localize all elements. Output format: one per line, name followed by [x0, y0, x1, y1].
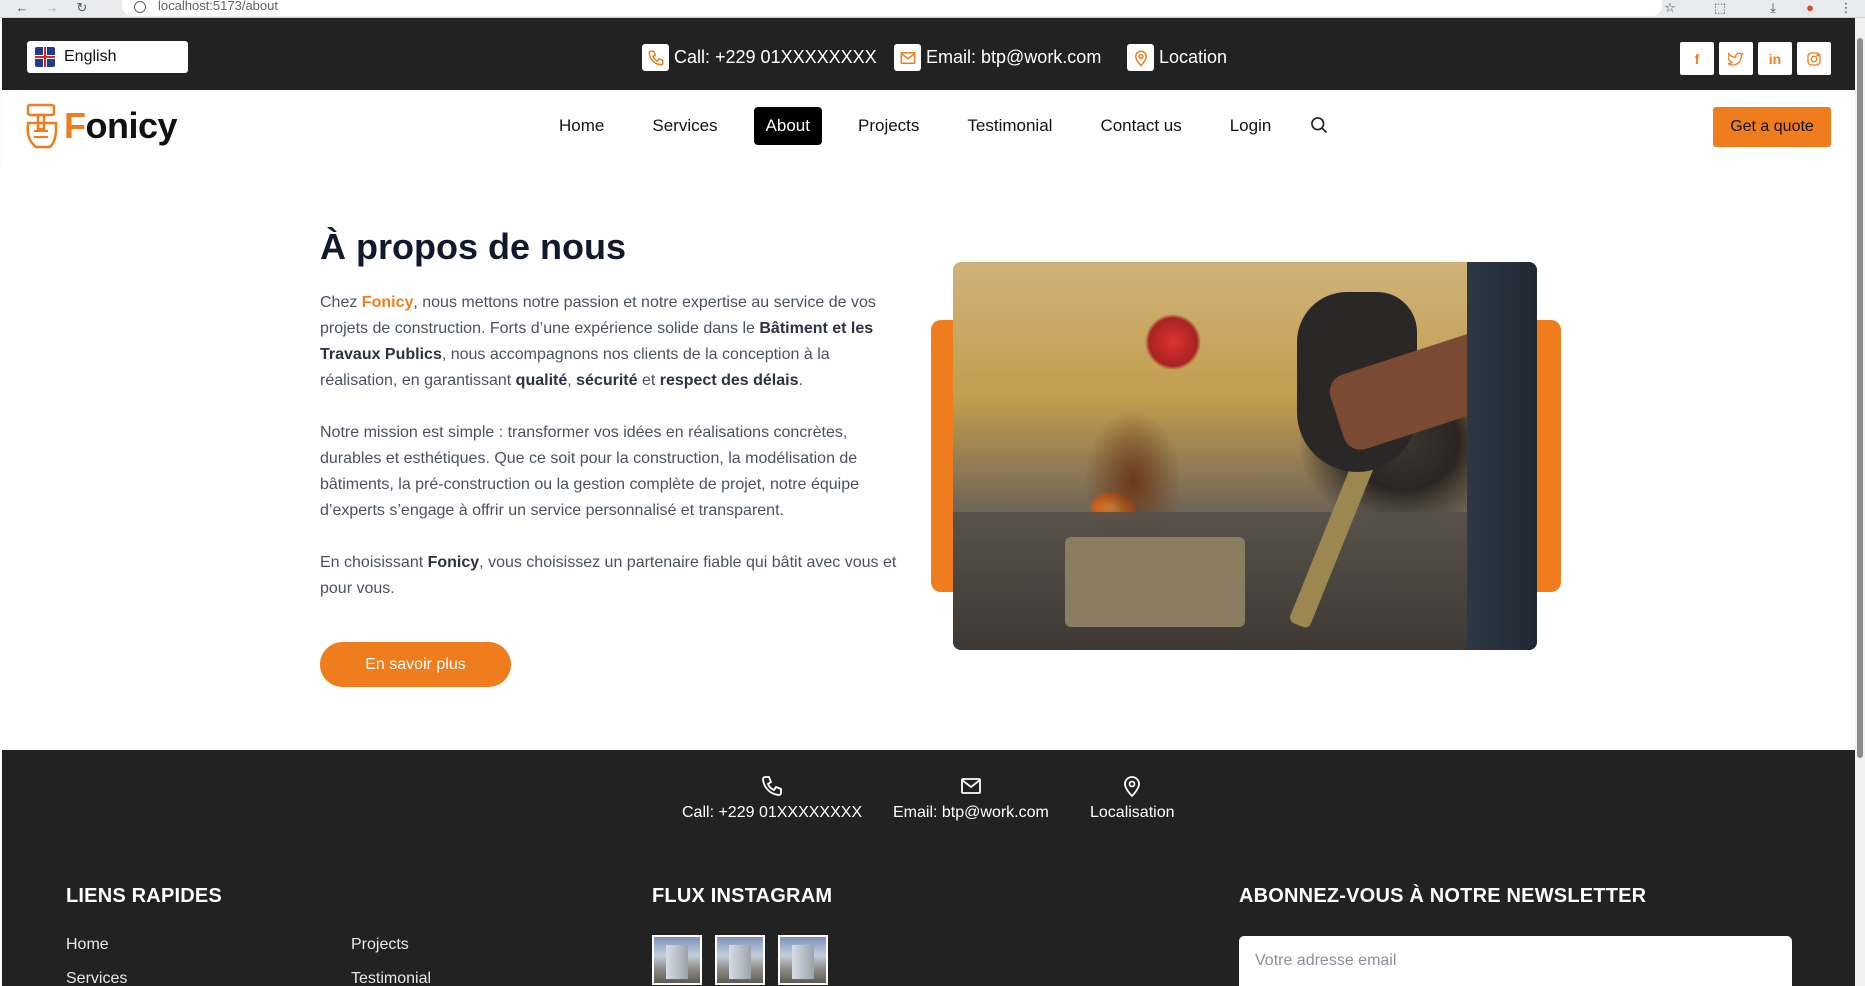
- address-bar[interactable]: localhost:5173/about: [122, 0, 1662, 16]
- top-location-text: Location: [1159, 47, 1228, 67]
- menu-dots-icon[interactable]: ⋮: [1838, 1, 1854, 15]
- extensions-icon[interactable]: ⬚: [1712, 1, 1728, 15]
- back-icon[interactable]: ←: [14, 1, 30, 15]
- about-image-block: [931, 262, 1561, 652]
- nav-item-contact[interactable]: Contact us: [1088, 107, 1193, 145]
- quick-links-heading: LIENS RAPIDES: [66, 885, 222, 907]
- top-location[interactable]: Location: [1127, 44, 1227, 71]
- language-selector[interactable]: English: [27, 41, 188, 73]
- mail-icon: [894, 44, 921, 71]
- forward-icon[interactable]: →: [44, 1, 60, 15]
- learn-more-button[interactable]: En savoir plus: [320, 642, 511, 687]
- search-icon[interactable]: [1309, 115, 1329, 140]
- location-pin-icon: [1124, 776, 1141, 798]
- phone-icon: [762, 776, 782, 796]
- about-section: À propos de nous Chez Fonicy, nous metto…: [2, 162, 1855, 750]
- site-footer: Call: +229 01XXXXXXXX Email: btp@work.co…: [2, 750, 1855, 986]
- footer-location-text: Localisation: [1090, 804, 1175, 821]
- instagram-heading: FLUX INSTAGRAM: [652, 885, 833, 907]
- instagram-thumb[interactable]: [778, 935, 828, 985]
- nav-item-services[interactable]: Services: [640, 107, 729, 145]
- instagram-icon[interactable]: [1797, 42, 1831, 75]
- footer-link-home[interactable]: Home: [66, 936, 109, 954]
- footer-email[interactable]: Email: btp@work.com: [893, 774, 1049, 822]
- bookmark-star-icon[interactable]: ☆: [1662, 1, 1678, 15]
- facebook-icon[interactable]: f: [1680, 42, 1714, 75]
- top-email-text: Email: btp@work.com: [926, 47, 1102, 67]
- twitter-icon[interactable]: [1719, 42, 1753, 75]
- instagram-thumb[interactable]: [652, 935, 702, 985]
- reload-icon[interactable]: ↻: [74, 1, 90, 15]
- logo-hand-hammer-icon: [26, 103, 58, 149]
- social-links: f in: [1680, 42, 1831, 75]
- profile-icon[interactable]: ●: [1802, 1, 1818, 15]
- nav-item-projects[interactable]: Projects: [846, 107, 931, 145]
- linkedin-icon[interactable]: in: [1758, 42, 1792, 75]
- instagram-thumb[interactable]: [715, 935, 765, 985]
- nav-item-testimonial[interactable]: Testimonial: [955, 107, 1064, 145]
- footer-email-text: Email: btp@work.com: [893, 804, 1049, 821]
- footer-call[interactable]: Call: +229 01XXXXXXXX: [682, 774, 862, 822]
- top-email[interactable]: Email: btp@work.com: [894, 44, 1101, 71]
- download-icon[interactable]: ⤓: [1765, 1, 1781, 15]
- about-paragraph-1: Chez Fonicy, nous mettons notre passion …: [320, 294, 876, 389]
- logo-text: Fonicy: [64, 105, 178, 146]
- page-title: À propos de nous: [320, 226, 626, 267]
- footer-link-projects[interactable]: Projects: [351, 936, 409, 954]
- url-text: localhost:5173/about: [158, 0, 278, 13]
- site-logo[interactable]: Fonicy: [24, 100, 178, 152]
- language-label: English: [64, 48, 117, 65]
- worker-hammer-photo: [953, 262, 1537, 650]
- about-paragraph-2: Notre mission est simple : transformer v…: [320, 424, 859, 519]
- get-quote-button[interactable]: Get a quote: [1713, 107, 1831, 147]
- main-navbar: Fonicy Home Services About Projects Test…: [2, 90, 1855, 162]
- nav-menu: Home Services About Projects Testimonial…: [547, 107, 1307, 145]
- top-info-bar: English Call: +229 01XXXXXXXX Email: btp…: [2, 18, 1855, 90]
- newsletter-email-input[interactable]: [1239, 936, 1792, 986]
- page-scrollbar[interactable]: [1855, 18, 1865, 986]
- footer-location[interactable]: Localisation: [1090, 774, 1175, 822]
- about-paragraph-3: En choisissant Fonicy, vous choisissez u…: [320, 554, 897, 597]
- mail-icon: [961, 778, 981, 794]
- uk-flag-icon: [35, 47, 55, 67]
- nav-item-about[interactable]: About: [753, 107, 822, 145]
- footer-call-text: Call: +229 01XXXXXXXX: [682, 804, 863, 821]
- top-call[interactable]: Call: +229 01XXXXXXXX: [642, 44, 877, 71]
- browser-toolbar: ← → ↻ localhost:5173/about ☆ ⬚ ⤓ ● ⋮: [0, 0, 1865, 18]
- nav-item-login[interactable]: Login: [1218, 107, 1284, 145]
- newsletter-heading: ABONNEZ-VOUS À NOTRE NEWSLETTER: [1239, 885, 1647, 907]
- site-info-icon[interactable]: [134, 1, 146, 13]
- phone-icon: [642, 44, 669, 71]
- nav-item-home[interactable]: Home: [547, 107, 616, 145]
- location-pin-icon: [1127, 44, 1154, 71]
- footer-link-testimonial[interactable]: Testimonial: [351, 970, 431, 986]
- footer-link-services[interactable]: Services: [66, 970, 127, 986]
- top-call-text: Call: +229 01XXXXXXXX: [674, 47, 877, 67]
- scrollbar-thumb[interactable]: [1857, 38, 1863, 758]
